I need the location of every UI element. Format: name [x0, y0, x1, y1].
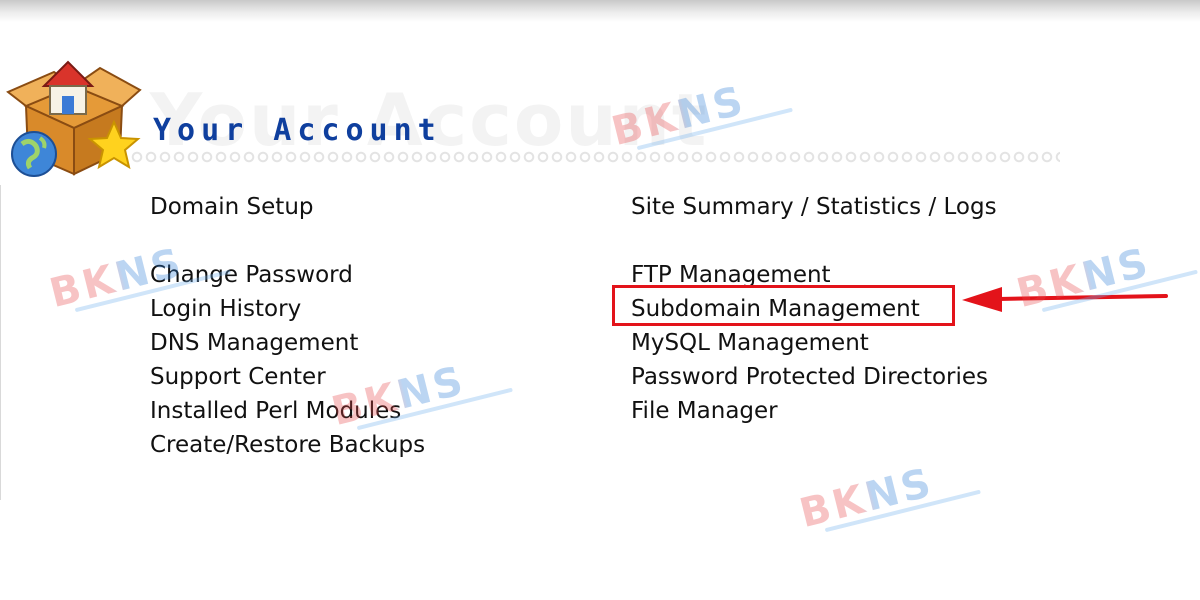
- menu-site-summary[interactable]: Site Summary / Statistics / Logs: [631, 190, 997, 224]
- menu-change-password[interactable]: Change Password: [150, 258, 425, 292]
- menu-left-column: Domain Setup Change Password Login Histo…: [150, 190, 425, 462]
- menu-support-center[interactable]: Support Center: [150, 360, 425, 394]
- house-box-globe-star-icon: [6, 60, 142, 177]
- menu-file-manager[interactable]: File Manager: [631, 394, 997, 428]
- watermark-logo: BKNS: [795, 449, 981, 537]
- menu-login-history[interactable]: Login History: [150, 292, 425, 326]
- menu-spacer: [631, 224, 997, 258]
- top-shadow: [0, 0, 1200, 22]
- menu-create-restore-backups[interactable]: Create/Restore Backups: [150, 428, 425, 462]
- page-title: Your Account: [153, 113, 442, 148]
- menu-spacer: [150, 224, 425, 258]
- menu-installed-perl-modules[interactable]: Installed Perl Modules: [150, 394, 425, 428]
- highlight-box: [612, 285, 955, 326]
- menu-domain-setup[interactable]: Domain Setup: [150, 190, 425, 224]
- left-arrow-icon: [962, 287, 1168, 312]
- menu-password-protected-directories[interactable]: Password Protected Directories: [631, 360, 997, 394]
- menu-dns-management[interactable]: DNS Management: [150, 326, 425, 360]
- decorative-dots: [130, 150, 1060, 164]
- left-divider: [0, 185, 1, 500]
- menu-mysql-management[interactable]: MySQL Management: [631, 326, 997, 360]
